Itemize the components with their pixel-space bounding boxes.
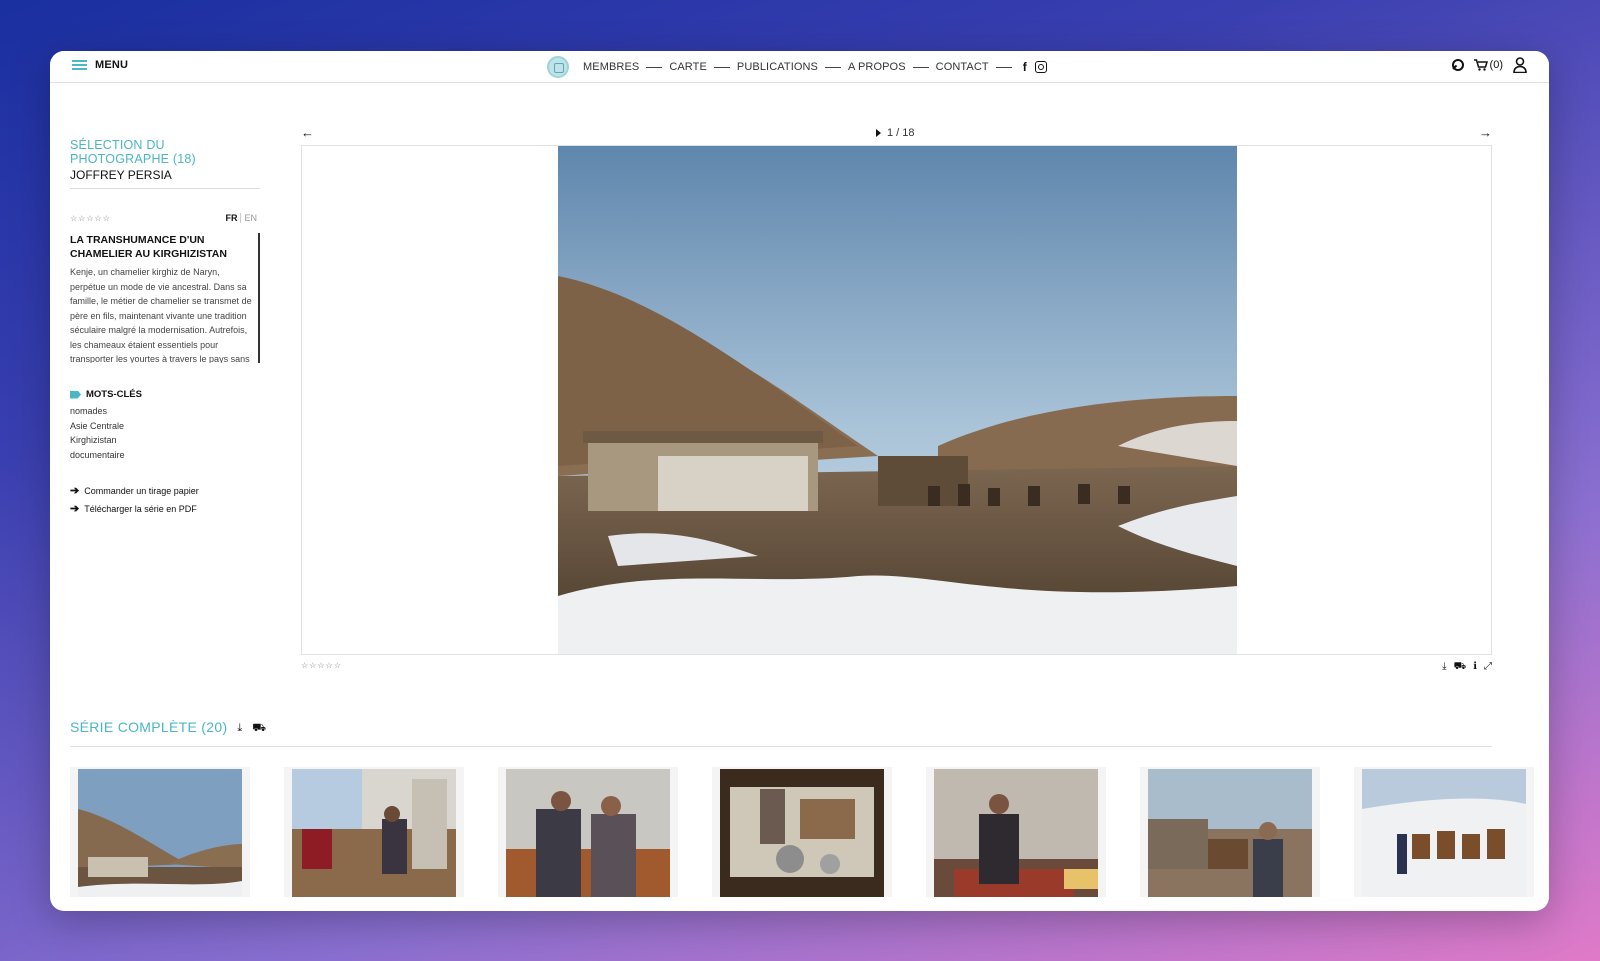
lang-fr[interactable]: FR bbox=[222, 213, 242, 223]
top-navigation-bar: MENU MEMBRES CARTE PUBLICATIONS A PROPOS… bbox=[50, 51, 1549, 83]
nav-separator bbox=[825, 66, 841, 68]
menu-label: MENU bbox=[95, 59, 129, 71]
header-tools: (0) bbox=[1451, 57, 1527, 74]
keywords-list: nomades Asie Centrale Kirghizistan docum… bbox=[70, 404, 260, 462]
lang-en[interactable]: EN bbox=[241, 213, 260, 223]
photographer-name[interactable]: JOFFREY PERSIA bbox=[70, 168, 260, 189]
cart-count: (0) bbox=[1489, 59, 1503, 71]
hamburger-icon bbox=[72, 60, 87, 70]
full-series-header: SÉRIE COMPLÈTE (20) ⤓ ⛟ bbox=[70, 719, 1492, 747]
series-thumbnail[interactable] bbox=[498, 767, 678, 897]
viewer-toolbar: ☆☆☆☆☆ ⤓ ⛟ ℹ ⤢ bbox=[301, 661, 1492, 673]
next-arrow-icon[interactable]: → bbox=[1479, 125, 1492, 140]
nav-separator bbox=[646, 66, 663, 68]
nav-contact[interactable]: CONTACT bbox=[936, 61, 989, 73]
nav-a-propos[interactable]: A PROPOS bbox=[848, 61, 906, 73]
keyword-item[interactable]: nomades bbox=[70, 404, 260, 419]
slide-counter-text: 1 / 18 bbox=[887, 127, 915, 139]
story-scroll-panel[interactable]: LA TRANSHUMANCE D'UN CHAMELIER AU KIRGHI… bbox=[70, 233, 260, 363]
fullscreen-icon[interactable]: ⤢ bbox=[1484, 661, 1492, 674]
search-icon[interactable] bbox=[1451, 59, 1464, 71]
arrow-right-icon: ➔ bbox=[70, 485, 80, 497]
keywords-section: MOTS-CLÉS nomades Asie Centrale Kirghizi… bbox=[70, 389, 260, 462]
series-title: SÉRIE COMPLÈTE (20) bbox=[70, 719, 228, 735]
keywords-label: MOTS-CLÉS bbox=[86, 389, 142, 400]
main-photo[interactable] bbox=[558, 146, 1237, 654]
download-pdf-link[interactable]: ➔ Télécharger la série en PDF bbox=[70, 502, 260, 515]
story-title: LA TRANSHUMANCE D'UN CHAMELIER AU KIRGHI… bbox=[70, 234, 227, 260]
series-thumbnail[interactable] bbox=[926, 767, 1106, 897]
menu-button[interactable]: MENU bbox=[72, 59, 128, 71]
download-pdf-label: Télécharger la série en PDF bbox=[84, 503, 197, 514]
add-to-cart-icon[interactable]: ⛟ bbox=[1454, 661, 1467, 674]
tag-icon bbox=[70, 390, 81, 399]
info-icon[interactable]: ℹ bbox=[1473, 661, 1477, 674]
series-sidebar: SÉLECTION DU PHOTOGRAPHE (18) JOFFREY PE… bbox=[70, 138, 260, 520]
previous-arrow-icon[interactable]: ← bbox=[301, 125, 314, 140]
nav-membres[interactable]: MEMBRES bbox=[583, 61, 639, 73]
rating-stars[interactable]: ☆☆☆☆☆ bbox=[70, 214, 111, 223]
story-description: Kenje, un chamelier kirghiz de Naryn, pe… bbox=[70, 267, 252, 363]
nav-publications[interactable]: PUBLICATIONS bbox=[737, 61, 818, 73]
nav-separator bbox=[995, 66, 1012, 68]
story-rating-row: ☆☆☆☆☆ FR EN bbox=[70, 213, 260, 223]
series-thumbnail[interactable] bbox=[284, 767, 464, 897]
browser-window: MENU MEMBRES CARTE PUBLICATIONS A PROPOS… bbox=[50, 51, 1549, 911]
instagram-icon[interactable] bbox=[1034, 61, 1047, 73]
photo-viewer bbox=[301, 145, 1492, 655]
site-logo[interactable] bbox=[547, 56, 569, 78]
cart-icon bbox=[1473, 59, 1488, 71]
order-print-link[interactable]: ➔ Commander un tirage papier bbox=[70, 484, 260, 497]
nav-separator bbox=[713, 66, 730, 68]
download-series-icon[interactable]: ⤓ bbox=[237, 722, 242, 735]
arrow-right-icon: ➔ bbox=[70, 503, 80, 515]
cart-button[interactable]: (0) bbox=[1473, 59, 1503, 71]
series-thumbnail[interactable] bbox=[1140, 767, 1320, 897]
add-series-to-cart-icon[interactable]: ⛟ bbox=[252, 722, 266, 736]
user-account-icon[interactable] bbox=[1513, 57, 1527, 74]
series-thumbnails bbox=[70, 767, 1534, 897]
order-print-label: Commander un tirage papier bbox=[84, 485, 199, 496]
facebook-icon[interactable]: f bbox=[1023, 60, 1027, 74]
main-nav: MEMBRES CARTE PUBLICATIONS A PROPOS CONT… bbox=[547, 55, 1047, 79]
viewer-navigation: ← 1 / 18 → bbox=[301, 125, 1492, 141]
series-thumbnail[interactable] bbox=[70, 767, 250, 897]
selection-title[interactable]: SÉLECTION DU PHOTOGRAPHE (18) bbox=[70, 138, 260, 166]
photo-actions: ⤓ ⛟ ℹ ⤢ bbox=[1442, 661, 1492, 674]
series-thumbnail[interactable] bbox=[1354, 767, 1534, 897]
keywords-header: MOTS-CLÉS bbox=[70, 389, 260, 400]
keyword-item[interactable]: documentaire bbox=[70, 448, 260, 463]
series-thumbnail[interactable] bbox=[712, 767, 892, 897]
sidebar-actions: ➔ Commander un tirage papier ➔ Télécharg… bbox=[70, 484, 260, 515]
keyword-item[interactable]: Asie Centrale bbox=[70, 419, 260, 434]
slide-counter: 1 / 18 bbox=[876, 127, 915, 139]
language-switch: FR EN bbox=[222, 213, 260, 223]
keyword-item[interactable]: Kirghizistan bbox=[70, 433, 260, 448]
play-icon[interactable] bbox=[876, 129, 881, 137]
download-icon[interactable]: ⤓ bbox=[1442, 661, 1446, 674]
nav-separator bbox=[912, 66, 929, 68]
photo-rating-stars[interactable]: ☆☆☆☆☆ bbox=[301, 661, 342, 670]
nav-carte[interactable]: CARTE bbox=[669, 61, 707, 73]
